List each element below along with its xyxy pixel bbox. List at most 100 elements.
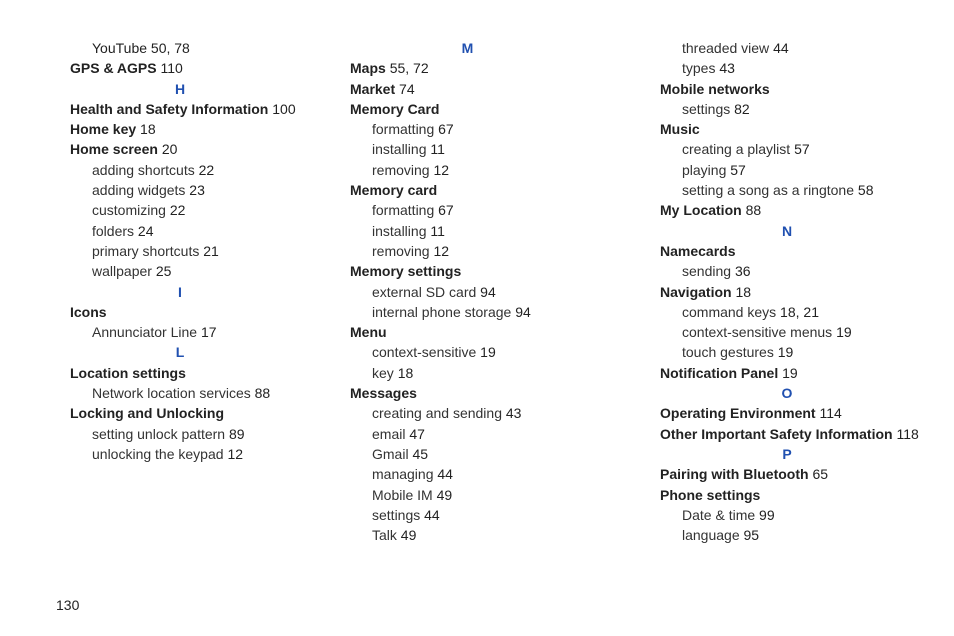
index-entry[interactable]: Navigation 18 xyxy=(660,282,954,302)
index-entry[interactable]: Location settings xyxy=(70,363,350,383)
index-entry[interactable]: Maps 55, 72 xyxy=(350,58,645,78)
entry-label: Annunciator Line xyxy=(92,324,197,340)
index-subentry[interactable]: settings 44 xyxy=(350,505,645,525)
index-entry[interactable]: Icons xyxy=(70,302,350,322)
index-entry[interactable]: Home key 18 xyxy=(70,119,350,139)
index-entry[interactable]: Other Important Safety Information 118 xyxy=(660,424,954,444)
page-ref: 94 xyxy=(480,284,496,300)
index-subentry[interactable]: installing 11 xyxy=(350,139,645,159)
page-ref: 49 xyxy=(401,527,417,543)
index-subentry[interactable]: creating and sending 43 xyxy=(350,403,645,423)
index-subentry[interactable]: threaded view 44 xyxy=(660,38,954,58)
index-subentry[interactable]: context-sensitive menus 19 xyxy=(660,322,954,342)
entry-label: key xyxy=(372,365,394,381)
index-subentry[interactable]: unlocking the keypad 12 xyxy=(70,444,350,464)
index-subentry[interactable]: Network location services 88 xyxy=(70,383,350,403)
page-ref: 88 xyxy=(255,385,271,401)
index-page: YouTube 50, 78 GPS & AGPS 110 H Health a… xyxy=(0,0,954,565)
section-letter-m: M xyxy=(350,38,645,58)
index-subentry[interactable]: setting unlock pattern 89 xyxy=(70,424,350,444)
index-subentry[interactable]: installing 11 xyxy=(350,221,645,241)
entry-label: unlocking the keypad xyxy=(92,446,224,462)
page-ref: 25 xyxy=(156,263,172,279)
entry-label: setting unlock pattern xyxy=(92,426,225,442)
index-subentry[interactable]: sending 36 xyxy=(660,261,954,281)
index-entry[interactable]: Memory card xyxy=(350,180,645,200)
index-entry[interactable]: Notification Panel 19 xyxy=(660,363,954,383)
index-subentry[interactable]: adding widgets 23 xyxy=(70,180,350,200)
page-ref: 44 xyxy=(773,40,789,56)
index-subentry[interactable]: formatting 67 xyxy=(350,200,645,220)
entry-label: Music xyxy=(660,121,700,137)
entry-label: Location settings xyxy=(70,365,186,381)
index-subentry[interactable]: context-sensitive 19 xyxy=(350,342,645,362)
index-subentry[interactable]: external SD card 94 xyxy=(350,282,645,302)
index-subentry[interactable]: formatting 67 xyxy=(350,119,645,139)
entry-label: email xyxy=(372,426,405,442)
index-subentry[interactable]: Annunciator Line 17 xyxy=(70,322,350,342)
index-entry[interactable]: Messages xyxy=(350,383,645,403)
entry-label: wallpaper xyxy=(92,263,152,279)
index-subentry[interactable]: key 18 xyxy=(350,363,645,383)
index-subentry[interactable]: creating a playlist 57 xyxy=(660,139,954,159)
index-subentry[interactable]: wallpaper 25 xyxy=(70,261,350,281)
entry-label: context-sensitive xyxy=(372,344,476,360)
page-ref: 82 xyxy=(734,101,750,117)
entry-label: Memory card xyxy=(350,182,437,198)
index-entry[interactable]: Mobile networks xyxy=(660,79,954,99)
page-ref: 18 xyxy=(398,365,414,381)
index-subentry[interactable]: email 47 xyxy=(350,424,645,444)
index-entry[interactable]: Pairing with Bluetooth 65 xyxy=(660,464,954,484)
index-subentry[interactable]: setting a song as a ringtone 58 xyxy=(660,180,954,200)
page-ref: 88 xyxy=(746,202,762,218)
entry-label: sending xyxy=(682,263,731,279)
page-ref: 23 xyxy=(189,182,205,198)
index-column-2: M Maps 55, 72 Market 74 Memory Card form… xyxy=(350,38,645,545)
entry-label: Memory settings xyxy=(350,263,461,279)
index-entry[interactable]: Music xyxy=(660,119,954,139)
index-entry[interactable]: My Location 88 xyxy=(660,200,954,220)
index-subentry[interactable]: Talk 49 xyxy=(350,525,645,545)
index-subentry[interactable]: command keys 18, 21 xyxy=(660,302,954,322)
page-ref: 18 xyxy=(140,121,156,137)
entry-label: Memory Card xyxy=(350,101,439,117)
index-entry[interactable]: GPS & AGPS 110 xyxy=(70,58,350,78)
page-ref: 74 xyxy=(399,81,415,97)
index-subentry[interactable]: playing 57 xyxy=(660,160,954,180)
index-subentry[interactable]: customizing 22 xyxy=(70,200,350,220)
index-subentry[interactable]: folders 24 xyxy=(70,221,350,241)
index-entry[interactable]: Menu xyxy=(350,322,645,342)
index-subentry[interactable]: internal phone storage 94 xyxy=(350,302,645,322)
index-entry[interactable]: Memory settings xyxy=(350,261,645,281)
page-ref: 57 xyxy=(794,141,810,157)
index-subentry[interactable]: language 95 xyxy=(660,525,954,545)
entry-label: adding shortcuts xyxy=(92,162,195,178)
index-entry[interactable]: Locking and Unlocking xyxy=(70,403,350,423)
index-entry[interactable]: YouTube 50, 78 xyxy=(70,38,350,58)
index-entry[interactable]: Phone settings xyxy=(660,485,954,505)
index-entry[interactable]: Home screen 20 xyxy=(70,139,350,159)
index-subentry[interactable]: removing 12 xyxy=(350,160,645,180)
index-subentry[interactable]: removing 12 xyxy=(350,241,645,261)
section-letter-l: L xyxy=(70,342,350,362)
entry-label: Operating Environment xyxy=(660,405,816,421)
index-entry[interactable]: Memory Card xyxy=(350,99,645,119)
entry-label: creating a playlist xyxy=(682,141,790,157)
index-entry[interactable]: Health and Safety Information 100 xyxy=(70,99,350,119)
index-entry[interactable]: Operating Environment 114 xyxy=(660,403,954,423)
index-subentry[interactable]: primary shortcuts 21 xyxy=(70,241,350,261)
index-subentry[interactable]: Mobile IM 49 xyxy=(350,485,645,505)
index-subentry[interactable]: adding shortcuts 22 xyxy=(70,160,350,180)
entry-label: Home key xyxy=(70,121,136,137)
index-subentry[interactable]: settings 82 xyxy=(660,99,954,119)
index-subentry[interactable]: managing 44 xyxy=(350,464,645,484)
index-entry[interactable]: Namecards xyxy=(660,241,954,261)
index-subentry[interactable]: types 43 xyxy=(660,58,954,78)
entry-label: My Location xyxy=(660,202,742,218)
index-subentry[interactable]: touch gestures 19 xyxy=(660,342,954,362)
page-sep: , xyxy=(405,60,409,76)
index-subentry[interactable]: Date & time 99 xyxy=(660,505,954,525)
index-entry[interactable]: Market 74 xyxy=(350,79,645,99)
index-subentry[interactable]: Gmail 45 xyxy=(350,444,645,464)
page-ref: 12 xyxy=(227,446,243,462)
